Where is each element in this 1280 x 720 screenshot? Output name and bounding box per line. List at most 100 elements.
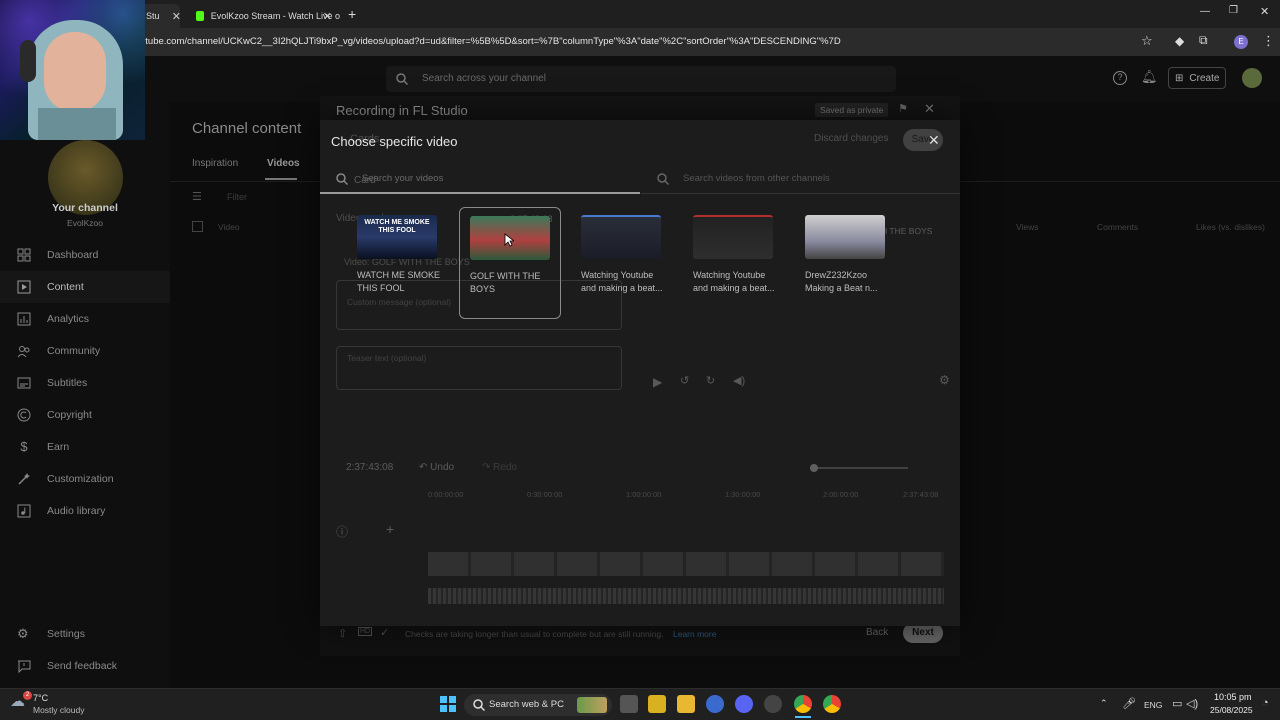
create-button[interactable]: ⊞ Create [1168,67,1226,89]
earn-icon: $ [20,439,28,454]
sidebar-item-send-feedback[interactable]: Send feedback [0,650,170,682]
content-icon [17,280,31,294]
browser-app-icon[interactable] [706,695,724,713]
language-indicator[interactable]: ENG [1144,700,1162,710]
sidebar-item-community[interactable]: Community [0,335,170,367]
notifications-icon[interactable]: ◔ [1262,697,1269,709]
sidebar-item-label: Community [47,345,101,357]
sidebar-item-analytics[interactable]: Analytics [0,303,170,335]
tab-label: EvolKzoo Stream - Watch Live o [210,11,340,21]
hd-icon: HD [358,627,373,636]
task-view-icon[interactable] [620,695,638,713]
clock-date[interactable]: 25/08/2025 [1210,705,1253,715]
search-other-channels[interactable]: Search videos from other channels [641,162,960,194]
video-title: WATCH ME SMOKE THIS FOOL [357,270,440,293]
editor-close-icon[interactable]: ✕ [924,101,935,117]
checks-status-text: Checks are taking longer than usual to c… [405,629,664,639]
learn-more-link[interactable]: Learn more [673,629,716,639]
microphone-icon[interactable]: 🎤︎ [1122,697,1136,710]
filter-label[interactable]: Filter [227,192,247,202]
analytics-icon [17,312,31,326]
sidebar-item-label: Content [47,281,84,293]
sidebar-item-dashboard[interactable]: Dashboard [0,239,170,271]
discord-icon[interactable] [735,695,753,713]
sidebar-item-label: Settings [47,628,85,640]
windows-taskbar [0,688,1280,720]
next-button[interactable]: Next [903,623,943,643]
tab-stream[interactable]: EvolKzoo Stream - Watch Live o ✕ [188,4,340,28]
chooser-close-icon[interactable]: ✕ [928,132,940,149]
search-placeholder: Search across your channel [422,73,546,84]
bookmark-star-icon[interactable]: ☆ [1141,33,1153,49]
sidebar-item-label: Copyright [47,409,92,421]
restore-button[interactable]: ❐ [1229,5,1238,16]
tab-videos[interactable]: Videos [267,158,300,169]
chrome-icon[interactable] [823,695,841,713]
network-icon[interactable]: ▭ [1172,697,1182,710]
windows-start-icon[interactable] [440,696,456,712]
sidebar-item-settings[interactable]: ⚙ Settings [0,618,170,650]
browser-menu-icon[interactable]: ⋮ [1262,33,1275,49]
sidebar-item-copyright[interactable]: Copyright [0,399,170,431]
video-option-card[interactable]: Watching Youtube and making a beat... [571,207,673,319]
back-button[interactable]: Back [866,627,888,638]
help-icon[interactable]: ? [1113,71,1127,85]
weather-desc: Mostly cloudy [33,705,85,715]
video-option-card[interactable]: WATCH ME SMOKE THIS FOOL WATCH ME SMOKE … [347,207,449,319]
your-channel-heading: Your channel [52,202,118,214]
search-own-placeholder: Search your videos [362,173,444,184]
volume-icon[interactable]: ◁) [1186,697,1198,710]
sidebar-item-earn[interactable]: $ Earn [0,431,170,463]
filter-icon[interactable]: ☰ [192,190,202,203]
sidebar-item-audio-library[interactable]: Audio library [0,495,170,527]
notifications-bell-icon[interactable]: 🔔︎ [1141,69,1158,85]
video-option-card[interactable]: DrewZ232Kzoo Making a Beat n... [795,207,897,319]
create-plus-icon: ⊞ [1175,72,1184,84]
extension-icon[interactable]: ◆ [1175,34,1184,48]
sidebar-item-label: Audio library [47,505,106,517]
column-views: Views [1016,222,1039,232]
account-avatar[interactable] [1242,68,1262,88]
checks-icon: ✓ [380,627,390,639]
search-icon [473,699,485,711]
subtitles-icon [17,377,31,389]
feedback-flag-icon[interactable]: ⚑ [898,102,908,115]
search-highlight-image [577,697,607,713]
channel-search[interactable]: Search across your channel [386,66,896,92]
extensions-puzzle-icon[interactable]: ⧉ [1199,33,1208,48]
url-field[interactable]: utube.com/channel/UCKwC2__3I2hQLJTi9bxP_… [140,36,1130,47]
search-icon [336,173,348,185]
new-tab-button[interactable]: + [348,6,356,22]
window-close-button[interactable]: ✕ [1260,5,1269,18]
column-video: Video [218,222,240,232]
tray-chevron-icon[interactable]: ⌃ [1100,698,1108,709]
active-app-indicator [795,716,811,718]
file-explorer-icon[interactable] [677,695,695,713]
tab-inspiration[interactable]: Inspiration [192,158,238,169]
taskbar-search[interactable]: Search web & PC [464,694,612,716]
select-all-checkbox[interactable] [192,221,203,232]
tab-videos-underline [265,178,297,180]
video-option-card-selected[interactable]: GOLF WITH THE BOYS [459,207,561,319]
audio-library-icon [17,504,31,518]
sidebar-item-label: Dashboard [47,249,99,261]
search-other-placeholder: Search videos from other channels [683,173,830,184]
profile-avatar[interactable]: E [1234,35,1248,49]
app-icon[interactable] [764,695,782,713]
close-icon[interactable]: ✕ [172,10,180,23]
sidebar-item-label: Send feedback [47,660,118,672]
video-option-card[interactable]: Watching Youtube and making a beat... [683,207,785,319]
video-thumbnail: WATCH ME SMOKE THIS FOOL [357,215,437,259]
close-icon[interactable]: ✕ [323,10,332,23]
sidebar-item-content[interactable]: Content [0,271,170,303]
sidebar-item-subtitles[interactable]: Subtitles [0,367,170,399]
app-icon[interactable] [648,695,666,713]
sidebar-item-customization[interactable]: Customization [0,463,170,495]
taskbar-search-label: Search web & PC [489,699,564,710]
search-own-videos[interactable]: Search your videos [320,162,640,194]
clock-time[interactable]: 10:05 pm [1214,692,1252,702]
chrome-icon[interactable] [794,695,812,713]
visibility-badge: Saved as private [815,103,889,117]
kick-logo-icon [196,11,204,21]
minimize-button[interactable]: — [1200,6,1210,17]
